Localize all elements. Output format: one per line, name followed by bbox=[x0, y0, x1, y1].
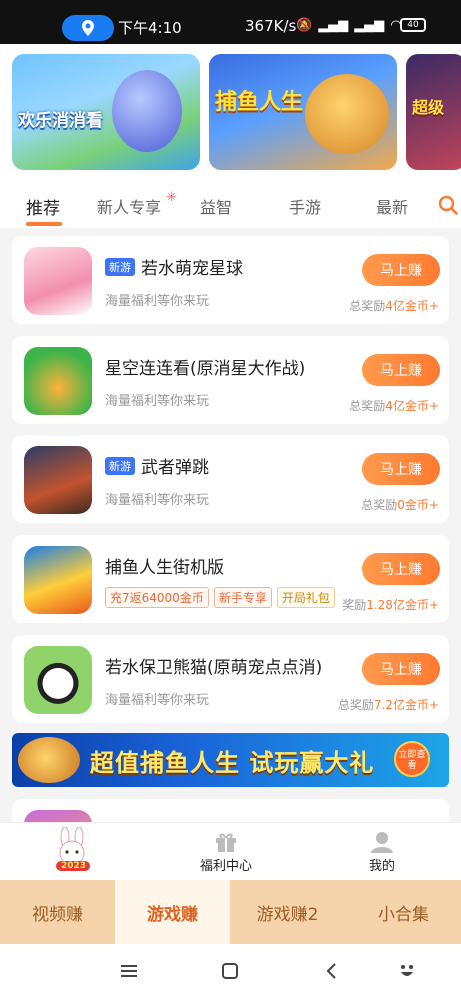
ad-banner[interactable]: 超值捕鱼人生 试玩赢大礼 立即查看 bbox=[12, 733, 449, 787]
network-speed: 367K/s bbox=[245, 17, 297, 35]
reward-text: 总奖励7.2亿金币+ bbox=[337, 698, 439, 712]
tab-puzzle[interactable]: 益智 bbox=[200, 194, 232, 218]
active-tab-indicator bbox=[26, 222, 62, 226]
game-card[interactable]: 新游 若水萌宠星球 海量福利等你来玩 马上赚 总奖励4亿金币+ bbox=[12, 236, 449, 324]
new-badge: 新游 bbox=[105, 456, 135, 475]
rabbit-2023-icon[interactable]: 2023 bbox=[50, 826, 96, 877]
tab-game-earn-2[interactable]: 游戏赚2 bbox=[230, 880, 345, 944]
banner-item[interactable]: 捕鱼人生 bbox=[209, 54, 397, 170]
game-icon bbox=[24, 347, 92, 415]
fish-image bbox=[305, 74, 389, 154]
welfare-center-button[interactable]: 福利中心 bbox=[200, 831, 252, 874]
mine-label: 我的 bbox=[369, 859, 396, 874]
mute-icon: 🔕 bbox=[296, 18, 313, 33]
search-icon[interactable] bbox=[438, 195, 458, 215]
banner-carousel[interactable]: 欢乐消消看 捕鱼人生 超级 bbox=[0, 44, 461, 182]
mascot-image bbox=[112, 70, 182, 152]
location-indicator bbox=[62, 15, 114, 41]
location-pin-icon bbox=[82, 20, 94, 36]
earn-button[interactable]: 马上赚 bbox=[362, 553, 440, 585]
mine-button[interactable]: 我的 bbox=[369, 831, 395, 874]
game-card[interactable]: 星空连连看(原消星大作战) 海量福利等你来玩 马上赚 总奖励4亿金币+ bbox=[12, 336, 449, 424]
earn-button[interactable]: 马上赚 bbox=[362, 653, 440, 685]
menu-icon[interactable] bbox=[119, 961, 139, 981]
battery-icon: 40 bbox=[400, 18, 426, 32]
tab-collection[interactable]: 小合集 bbox=[346, 880, 461, 944]
game-name: 星空连连看(原消星大作战) bbox=[105, 359, 306, 379]
home-icon[interactable] bbox=[220, 961, 240, 981]
person-icon bbox=[371, 832, 393, 853]
status-bar: 下午4:10 367K/s 🔕 ▂▄▆ ▂▄▆ ◠ 40 bbox=[0, 0, 461, 44]
fish-image bbox=[18, 737, 80, 783]
system-nav-bar bbox=[0, 944, 461, 1000]
sparkle-icon: ✳ bbox=[166, 190, 177, 205]
assistant-icon[interactable] bbox=[397, 961, 417, 981]
game-subtitle: 海量福利等你来玩 bbox=[105, 493, 210, 508]
game-name: 捕鱼人生街机版 bbox=[105, 558, 224, 578]
game-card[interactable] bbox=[12, 799, 449, 822]
reward-text: 总奖励4亿金币+ bbox=[349, 399, 439, 413]
game-icon bbox=[24, 646, 92, 714]
game-subtitle: 海量福利等你来玩 bbox=[105, 294, 210, 309]
reward-text: 总奖励0金币+ bbox=[361, 498, 439, 512]
game-name: 若水保卫熊猫(原萌宠点点消) bbox=[105, 658, 323, 678]
clock: 下午4:10 bbox=[118, 19, 182, 37]
back-icon[interactable] bbox=[322, 961, 342, 981]
game-icon bbox=[24, 247, 92, 315]
game-subtitle: 海量福利等你来玩 bbox=[105, 693, 210, 708]
reward-text: 奖励1.28亿金币+ bbox=[342, 598, 439, 612]
game-icon bbox=[24, 546, 92, 614]
game-name: 武者弹跳 bbox=[141, 458, 209, 478]
earn-button[interactable]: 马上赚 bbox=[362, 354, 440, 386]
promo-tag: 充7返64000金币 bbox=[105, 587, 209, 608]
earn-button[interactable]: 马上赚 bbox=[362, 453, 440, 485]
tab-mobile[interactable]: 手游 bbox=[289, 194, 321, 218]
game-icon bbox=[24, 810, 92, 822]
signal-icon: ▂▄▆ bbox=[318, 18, 349, 33]
banner-item[interactable]: 欢乐消消看 bbox=[12, 54, 200, 170]
tab-recommend[interactable]: 推荐 bbox=[26, 194, 60, 219]
game-list: 新游 若水萌宠星球 海量福利等你来玩 马上赚 总奖励4亿金币+ 星空连连看(原消… bbox=[0, 228, 461, 822]
game-card[interactable]: 若水保卫熊猫(原萌宠点点消) 海量福利等你来玩 马上赚 总奖励7.2亿金币+ bbox=[12, 635, 449, 723]
new-badge: 新游 bbox=[105, 257, 135, 276]
game-card[interactable]: 捕鱼人生街机版 充7返64000金币 新手专享 开局礼包 马上赚 奖励1.28亿… bbox=[12, 535, 449, 623]
tab-game-earn[interactable]: 游戏赚 bbox=[115, 880, 230, 944]
signal-icon-2: ▂▄▆ bbox=[354, 18, 385, 33]
game-card[interactable]: 新游 武者弹跳 海量福利等你来玩 马上赚 总奖励0金币+ bbox=[12, 435, 449, 523]
category-tabs: 推荐 新人专享 ✳ 益智 手游 最新 bbox=[0, 182, 461, 228]
earn-button[interactable]: 马上赚 bbox=[362, 254, 440, 286]
game-icon bbox=[24, 446, 92, 514]
tab-latest[interactable]: 最新 bbox=[376, 194, 408, 218]
ad-title: 超值捕鱼人生 试玩赢大礼 bbox=[90, 749, 375, 777]
banner-title: 超级 bbox=[412, 98, 445, 117]
promo-tags: 充7返64000金币 新手专享 开局礼包 bbox=[105, 587, 335, 608]
gift-icon bbox=[216, 833, 236, 852]
reward-text: 总奖励4亿金币+ bbox=[349, 299, 439, 313]
banner-title: 欢乐消消看 bbox=[18, 111, 103, 131]
game-name: 若水萌宠星球 bbox=[141, 259, 243, 279]
banner-title: 捕鱼人生 bbox=[215, 90, 304, 115]
promo-tag: 开局礼包 bbox=[276, 587, 335, 608]
bottom-subnav: 2023 福利中心 我的 bbox=[0, 822, 461, 880]
promo-tag: 新手专享 bbox=[213, 587, 272, 608]
welfare-center-label: 福利中心 bbox=[200, 859, 253, 874]
ad-view-button[interactable]: 立即查看 bbox=[394, 741, 430, 777]
game-subtitle: 海量福利等你来玩 bbox=[105, 394, 210, 409]
tab-newbie[interactable]: 新人专享 bbox=[97, 194, 161, 218]
banner-item[interactable]: 超级 bbox=[406, 54, 461, 170]
year-label: 2023 bbox=[61, 861, 87, 871]
main-tab-bar: 视频赚 游戏赚 游戏赚2 小合集 bbox=[0, 880, 461, 944]
tab-video-earn[interactable]: 视频赚 bbox=[0, 880, 115, 944]
